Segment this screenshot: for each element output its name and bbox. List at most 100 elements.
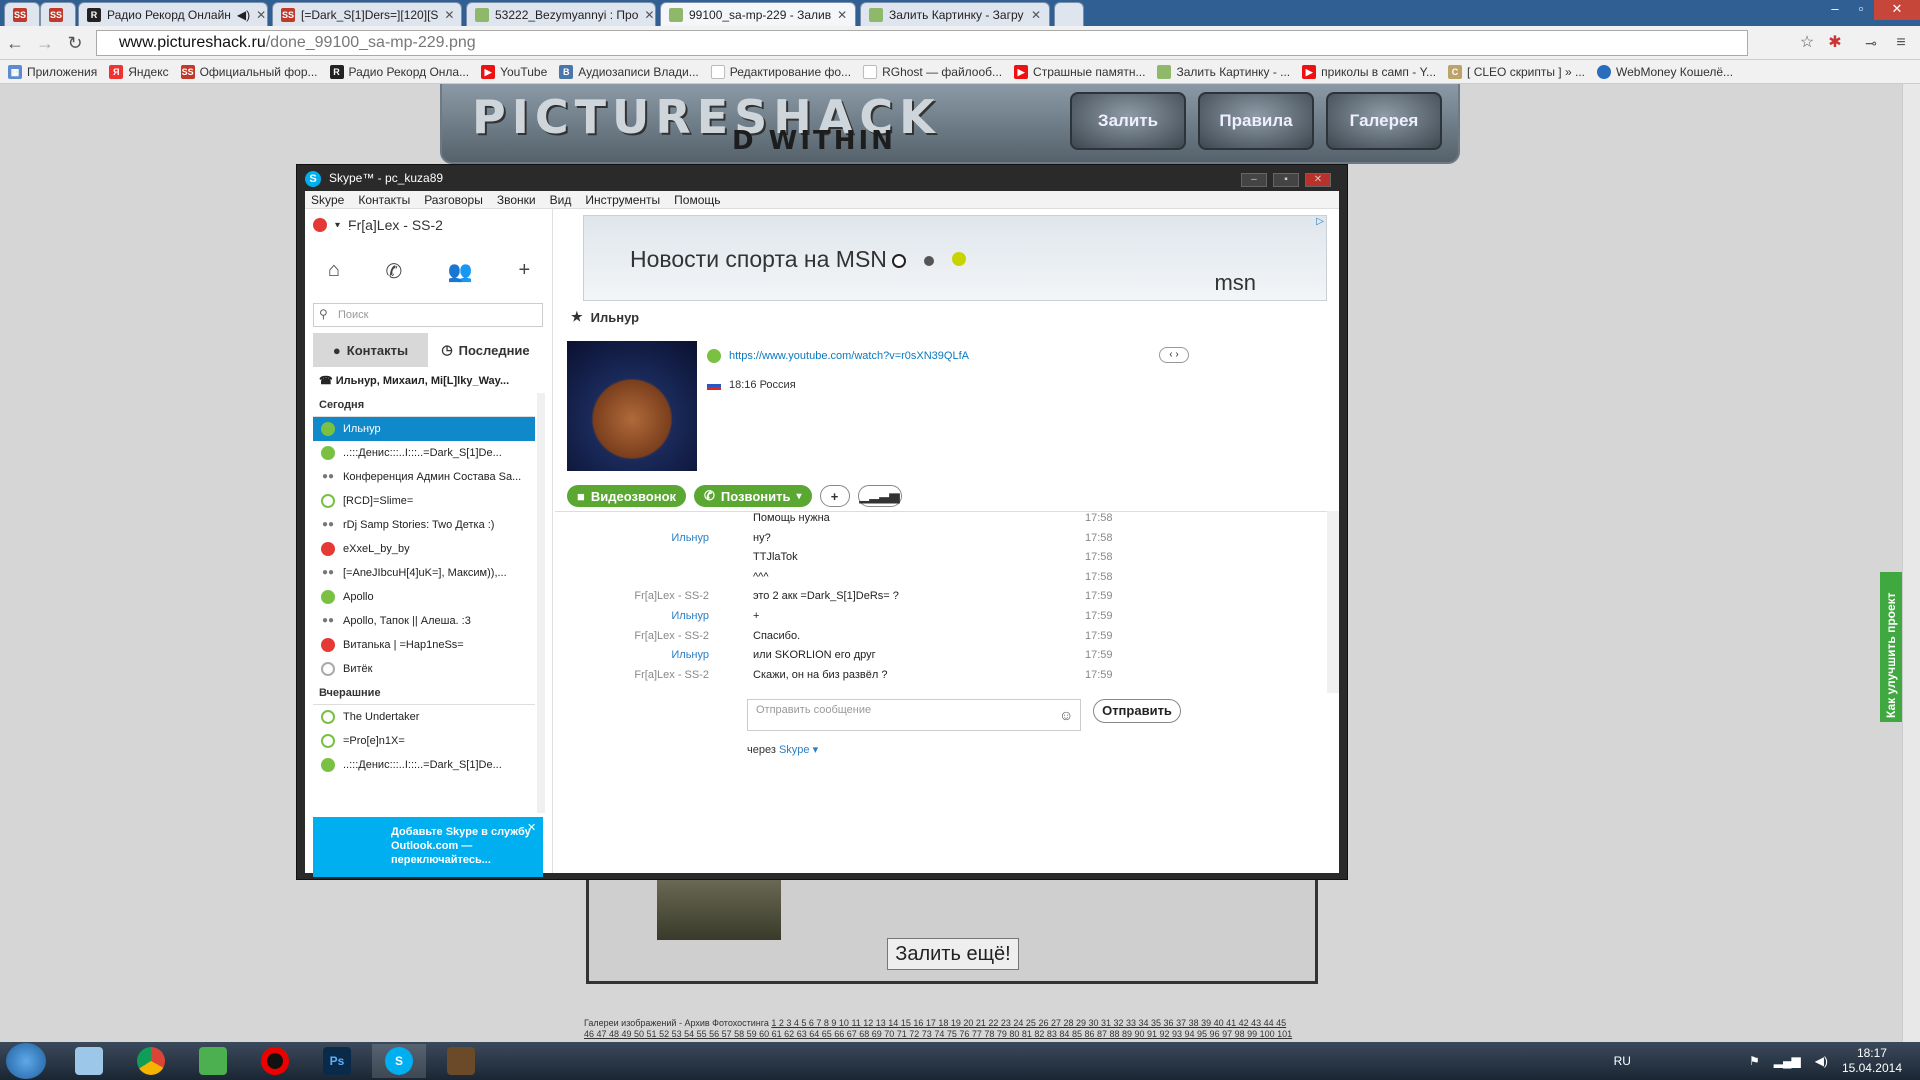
taskbar-skype[interactable]: S (372, 1044, 426, 1078)
minimize-button[interactable]: – (1822, 0, 1848, 20)
bookmark-youtube-3[interactable]: ▶ приколы в самп - Y... (1302, 64, 1436, 79)
phone-icon[interactable]: ✆ (386, 259, 403, 284)
add-contact-icon[interactable]: + (518, 259, 530, 284)
bookmark-radio[interactable]: R Радио Рекорд Онла... (329, 64, 469, 79)
volume-icon[interactable]: ◀) (1815, 1054, 1828, 1068)
message-author[interactable]: Ильнур (671, 532, 709, 544)
bookmark-forum[interactable]: SS Официальный фор... (180, 64, 318, 79)
bookmark-youtube[interactable]: ▶ YouTube (481, 64, 547, 79)
page-scrollbar[interactable] (1902, 84, 1920, 1042)
pinned-tab[interactable]: SS (4, 2, 40, 26)
skype-maximize-button[interactable]: ▪ (1273, 173, 1299, 187)
tab-contacts[interactable]: ● Контакты (313, 333, 428, 367)
close-tab-icon[interactable]: ✕ (837, 8, 847, 22)
reload-button[interactable]: ↻ (64, 32, 86, 54)
bookmark-editor[interactable]: Редактирование фо... (710, 64, 851, 79)
via-selector[interactable]: через Skype ▾ (747, 743, 818, 756)
back-button[interactable]: ← (4, 32, 26, 54)
gallery-page-links[interactable]: 1 2 3 4 5 6 7 8 9 10 11 12 13 14 15 16 1… (771, 1018, 1286, 1028)
contact-item[interactable]: ..:::Денис:::..I:::..=Dark_S[1]De... (313, 753, 535, 777)
contact-item[interactable]: eXxeL_by_by (313, 537, 535, 561)
browser-tab[interactable]: Залить Картинку - Загру ✕ (860, 2, 1050, 26)
menu-skype[interactable]: Skype (311, 191, 344, 208)
contact-item[interactable]: ●● Apollo, Тапок || Алеша. :3 (313, 609, 535, 633)
taskbar-explorer[interactable] (62, 1044, 116, 1078)
outlook-promo[interactable]: Добавьте Skype в службу Outlook.com — пе… (313, 817, 543, 877)
pinned-tab[interactable]: SS (40, 2, 76, 26)
upload-more-button[interactable]: Залить ещё! (887, 938, 1019, 970)
menu-contacts[interactable]: Контакты (358, 191, 410, 208)
active-call-item[interactable]: ☎ Ильнур, Михаил, Mi[L]lky_Way... (313, 369, 543, 393)
message-input[interactable]: Отправить сообщение (747, 699, 1081, 731)
maximize-button[interactable]: ▫ (1848, 0, 1874, 20)
ad-choices-icon[interactable]: ▷ (1316, 216, 1324, 227)
contact-item[interactable]: Ильнур (313, 417, 535, 441)
language-indicator[interactable]: RU (1614, 1054, 1631, 1068)
bookmark-yandex[interactable]: Я Яндекс (109, 64, 169, 79)
taskbar-photoshop[interactable]: Ps (310, 1044, 364, 1078)
call-button[interactable]: ✆ Позвонить ▾ (694, 485, 812, 507)
taskbar-recorder[interactable] (248, 1044, 302, 1078)
bookmark-cleo[interactable]: C [ CLEO скрипты ] » ... (1448, 64, 1585, 79)
call-quality-button[interactable]: ▁▂▃▅ (857, 485, 902, 507)
message-author[interactable]: Fr[a]Lex - SS-2 (634, 630, 709, 642)
menu-view[interactable]: Вид (550, 191, 572, 208)
contact-item[interactable]: ●● [=AneJIbcuH[4]uK=], Максим)),... (313, 561, 535, 585)
browser-tab-active[interactable]: 99100_sa-mp-229 - Залив ✕ (660, 2, 856, 26)
bookmark-apps[interactable]: ▦ Приложения (8, 64, 97, 79)
bookmark-youtube-2[interactable]: ▶ Страшные памятн... (1014, 64, 1145, 79)
network-icon[interactable]: ▂▄▆ (1774, 1054, 1801, 1068)
image-thumbnail[interactable] (657, 878, 781, 940)
mood-link[interactable]: https://www.youtube.com/watch?v=r0sXN39Q… (729, 350, 969, 362)
bookmark-star-icon[interactable]: ☆ (1796, 32, 1818, 54)
menu-conversations[interactable]: Разговоры (424, 191, 483, 208)
contact-item[interactable]: ●● rDj Samp Stories: Two Детка :) (313, 513, 535, 537)
clock[interactable]: 18:17 15.04.2014 (1842, 1046, 1902, 1076)
browser-tab[interactable]: R Радио Рекорд Онлайн ◀) ✕ (78, 2, 268, 26)
message-author[interactable]: Fr[a]Lex - SS-2 (634, 669, 709, 681)
ad-banner[interactable]: Новости спорта на MSN msn ▷ (583, 215, 1327, 301)
close-tab-icon[interactable]: ✕ (644, 8, 654, 22)
menu-tools[interactable]: Инструменты (585, 191, 660, 208)
address-bar[interactable]: www.pictureshack.ru/done_99100_sa-mp-229… (96, 30, 1748, 56)
close-tab-icon[interactable]: ✕ (256, 8, 266, 22)
taskbar-app[interactable] (186, 1044, 240, 1078)
message-author[interactable]: Fr[a]Lex - SS-2 (634, 590, 709, 602)
bookmark-webmoney[interactable]: WebMoney Кошелё... (1596, 64, 1733, 79)
contact-item[interactable]: [RCD]=Slime= (313, 489, 535, 513)
close-tab-icon[interactable]: ✕ (1031, 8, 1041, 22)
contact-item[interactable]: Apollo (313, 585, 535, 609)
recent-list-scrollbar[interactable] (537, 393, 545, 813)
bookmark-rghost[interactable]: RGhost — файлооб... (863, 64, 1002, 79)
nav-rules-button[interactable]: Правила (1198, 92, 1314, 150)
contact-item[interactable]: ..:::Денис:::..I:::..=Dark_S[1]De... (313, 441, 535, 465)
nav-upload-button[interactable]: Залить (1070, 92, 1186, 150)
mood-nav[interactable]: ‹ › (1159, 347, 1189, 363)
home-icon[interactable]: ⌂ (328, 259, 340, 284)
chat-scrollbar[interactable] (1327, 511, 1339, 693)
extension-icon[interactable]: ✱ (1824, 32, 1846, 54)
close-promo-icon[interactable]: ✕ (527, 821, 536, 834)
contact-item[interactable]: =Pro[e]n1X= (313, 729, 535, 753)
contact-avatar[interactable] (567, 341, 697, 471)
video-call-button[interactable]: ■ Видеозвонок (567, 485, 687, 507)
close-tab-icon[interactable]: ✕ (444, 8, 454, 22)
close-window-button[interactable]: ✕ (1874, 0, 1920, 20)
emoticon-icon[interactable]: ☺ (1059, 707, 1073, 723)
via-link[interactable]: Skype (779, 744, 810, 756)
bookmark-upload[interactable]: Залить Картинку - ... (1157, 64, 1290, 79)
forward-button[interactable]: → (34, 32, 56, 54)
pin-icon[interactable]: ⊸ (1860, 32, 1882, 54)
star-icon[interactable]: ★ (571, 309, 583, 325)
flag-icon[interactable]: ⚑ (1749, 1054, 1760, 1068)
start-button[interactable] (6, 1043, 46, 1079)
taskbar-chrome[interactable] (124, 1044, 178, 1078)
feedback-tab[interactable]: Как улучшить проект (1880, 572, 1902, 722)
bookmark-vk[interactable]: B Аудиозаписи Влади... (559, 64, 699, 79)
contact-item[interactable]: ●● Конференция Админ Состава Sa... (313, 465, 535, 489)
message-author[interactable]: Ильнур (671, 610, 709, 622)
gallery-page-links[interactable]: 46 47 48 49 50 51 52 53 54 55 56 57 58 5… (584, 1029, 1324, 1040)
contact-item[interactable]: Витаnька | =Hap1neSs= (313, 633, 535, 657)
skype-minimize-button[interactable]: – (1241, 173, 1267, 187)
skype-close-button[interactable]: ✕ (1305, 173, 1331, 187)
